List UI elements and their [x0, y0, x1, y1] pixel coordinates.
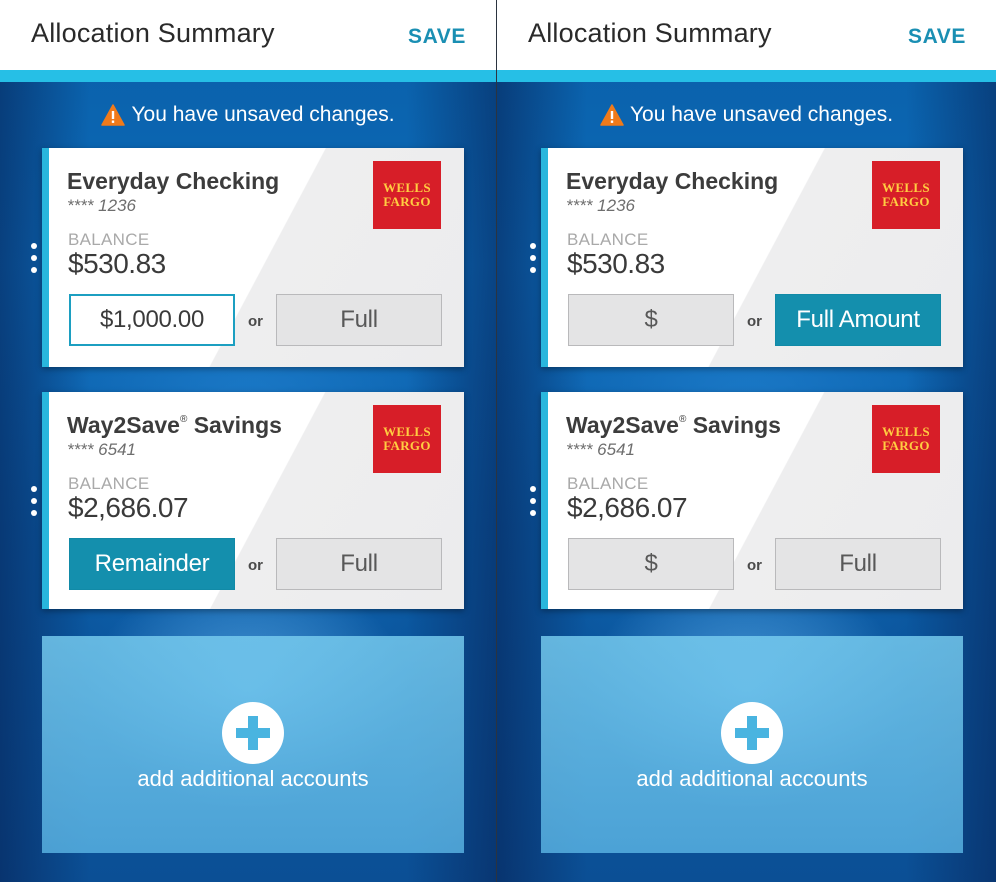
plus-icon: [721, 702, 783, 764]
account-number: **** 1236: [566, 196, 636, 215]
account-card: Everyday Checking **** 1236 BALANCE $530…: [42, 148, 464, 367]
balance-label: BALANCE: [567, 474, 649, 493]
full-amount-button[interactable]: Full: [276, 294, 442, 346]
or-label: or: [248, 557, 263, 574]
balance-label: BALANCE: [68, 474, 150, 493]
page-title: Allocation Summary: [528, 18, 772, 48]
account-number: **** 1236: [67, 196, 137, 215]
account-card: Way2Save® Savings **** 6541 BALANCE $2,6…: [42, 392, 464, 609]
account-name: Everyday Checking: [67, 168, 280, 194]
drag-handle-icon[interactable]: [529, 486, 537, 516]
amount-input[interactable]: $: [568, 294, 734, 346]
warning-triangle-icon: [101, 104, 126, 126]
drag-handle-icon[interactable]: [30, 486, 38, 516]
header-accent-bar: [497, 70, 996, 82]
header: Allocation Summary SAVE: [497, 0, 996, 70]
add-accounts-button[interactable]: add additional accounts: [42, 636, 464, 853]
balance-label: BALANCE: [68, 230, 150, 249]
allocation-panel-right: Allocation Summary SAVE You have unsaved…: [497, 0, 996, 882]
unsaved-changes-text: You have unsaved changes.: [629, 103, 894, 126]
plus-icon: [222, 702, 284, 764]
balance-value: $530.83: [567, 248, 665, 279]
wells-fargo-logo: WELLS FARGO: [373, 405, 441, 473]
warning-triangle-icon: [600, 104, 624, 126]
header: Allocation Summary SAVE: [0, 0, 496, 70]
balance-label: BALANCE: [567, 230, 649, 249]
drag-handle-icon[interactable]: [529, 243, 537, 273]
unsaved-changes-text: You have unsaved changes.: [131, 103, 395, 126]
save-button[interactable]: SAVE: [908, 25, 966, 49]
account-card: Everyday Checking **** 1236 BALANCE $530…: [541, 148, 963, 367]
page-title: Allocation Summary: [31, 18, 275, 48]
save-button[interactable]: SAVE: [408, 25, 466, 49]
add-accounts-label: add additional accounts: [137, 766, 369, 791]
full-amount-button[interactable]: Full Amount: [775, 294, 941, 346]
header-accent-bar: [0, 70, 496, 82]
allocation-panel-left: Allocation Summary SAVE You have unsaved…: [0, 0, 496, 882]
add-accounts-button[interactable]: add additional accounts: [541, 636, 963, 853]
or-label: or: [747, 313, 762, 330]
balance-value: $2,686.07: [68, 492, 189, 523]
account-number: **** 6541: [566, 440, 636, 459]
account-card: Way2Save® Savings **** 6541 BALANCE $2,6…: [541, 392, 963, 609]
wells-fargo-logo: WELLS FARGO: [373, 161, 441, 229]
add-accounts-label: add additional accounts: [636, 766, 868, 791]
account-name: Everyday Checking: [566, 168, 779, 194]
remainder-button[interactable]: Remainder: [69, 538, 235, 590]
account-name: Way2Save® Savings: [566, 412, 781, 438]
account-number: **** 6541: [67, 440, 137, 459]
wells-fargo-logo: WELLS FARGO: [872, 405, 940, 473]
or-label: or: [747, 557, 762, 574]
full-amount-button[interactable]: Full: [276, 538, 442, 590]
drag-handle-icon[interactable]: [30, 243, 38, 273]
account-name: Way2Save® Savings: [67, 412, 282, 438]
amount-input[interactable]: $: [568, 538, 734, 590]
allocation-screens: Allocation Summary SAVE You have unsaved…: [0, 0, 996, 882]
unsaved-changes-notice: You have unsaved changes.: [0, 102, 496, 128]
or-label: or: [248, 313, 263, 330]
amount-input[interactable]: $1,000.00: [69, 294, 235, 346]
unsaved-changes-notice: You have unsaved changes.: [497, 102, 996, 128]
wells-fargo-logo: WELLS FARGO: [872, 161, 940, 229]
balance-value: $2,686.07: [567, 492, 688, 523]
full-amount-button[interactable]: Full: [775, 538, 941, 590]
balance-value: $530.83: [68, 248, 166, 279]
